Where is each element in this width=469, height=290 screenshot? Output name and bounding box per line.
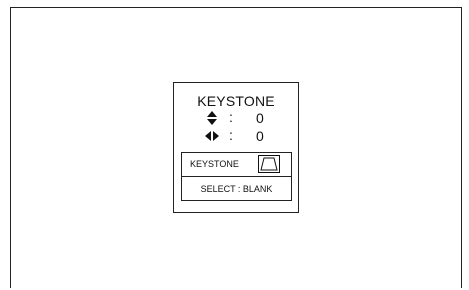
keystone-menu-box: KEYSTONE SELECT : BLANK: [181, 152, 292, 201]
vertical-separator: :: [229, 109, 233, 125]
osd-title: KEYSTONE: [197, 93, 275, 109]
horizontal-keystone-row[interactable]: : 0: [174, 127, 298, 144]
select-blank-row[interactable]: SELECT : BLANK: [182, 177, 291, 201]
horizontal-separator: :: [229, 127, 233, 143]
vertical-keystone-row[interactable]: : 0: [174, 109, 298, 126]
horizontal-value: 0: [256, 128, 264, 144]
horizontal-arrows-icon: [205, 131, 219, 141]
keystone-osd-panel: KEYSTONE : 0 : 0 KEYSTONE SELECT : BLANK: [173, 82, 299, 213]
vertical-value: 0: [256, 110, 264, 126]
vertical-arrows-icon: [207, 111, 217, 125]
keystone-label: KEYSTONE: [190, 159, 239, 169]
keystone-menu-row[interactable]: KEYSTONE: [182, 153, 291, 177]
trapezoid-icon: [258, 155, 280, 173]
